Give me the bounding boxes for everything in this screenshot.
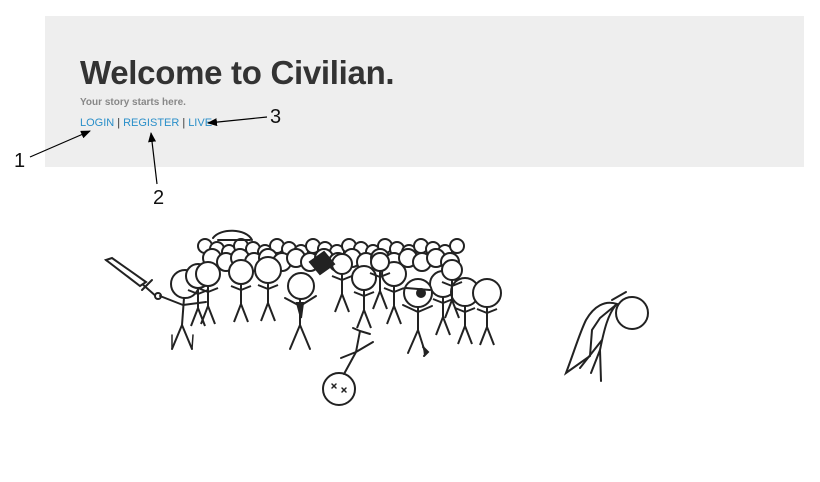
crowd-head [228,259,254,285]
crowd-head [449,238,465,254]
crowd-body [257,283,279,322]
crowd-body [383,286,405,325]
crowd-head [441,259,463,281]
crowd-body [331,274,353,313]
crowd-body [353,290,375,329]
page: Welcome to Civilian. Your story starts h… [0,0,820,482]
crowd-head [195,261,221,287]
crowd-head [472,278,502,308]
crowd-head [351,265,377,291]
crowd-body [230,284,252,323]
crowd-body [454,306,476,345]
crowd-body [476,307,498,346]
crowd-head [254,256,282,284]
stick-figure-crowd-drawing [103,229,649,406]
crowd-head [370,252,390,272]
